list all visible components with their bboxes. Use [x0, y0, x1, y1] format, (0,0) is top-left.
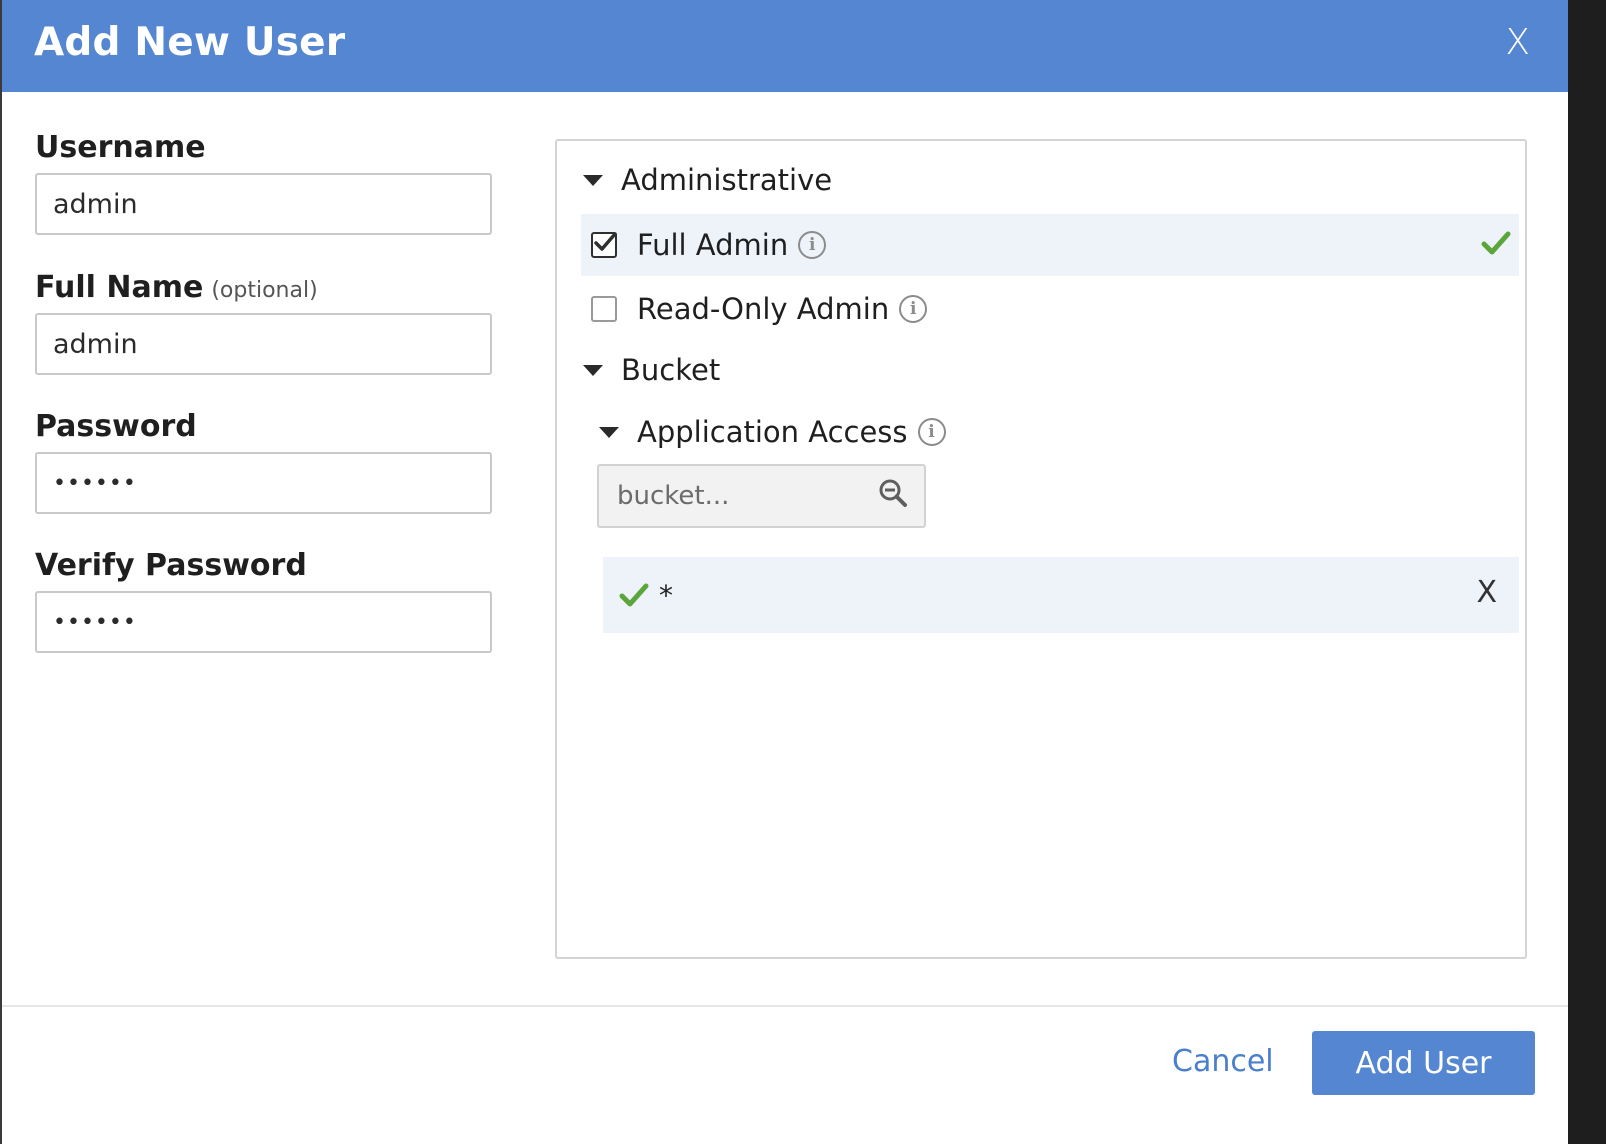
close-icon[interactable]: X [1505, 22, 1530, 63]
password-input[interactable]: •••••• [35, 452, 492, 514]
full-name-label: Full Name (optional) [35, 270, 318, 305]
info-icon[interactable]: i [917, 418, 946, 446]
username-input[interactable]: admin [35, 173, 492, 235]
checkmark-icon [1481, 228, 1511, 265]
full-name-label-text: Full Name [35, 270, 204, 305]
bucket-search-input[interactable]: bucket... [597, 464, 926, 528]
add-user-dialog: Add New User X Username admin Full Name (… [0, 0, 1606, 1144]
group-application-access[interactable]: Application Access i [599, 415, 946, 449]
full-name-value: admin [53, 328, 138, 360]
full-name-input[interactable]: admin [35, 313, 492, 375]
username-value: admin [53, 188, 138, 220]
access-entry-value: * [659, 578, 673, 612]
dialog-title: Add New User [34, 20, 346, 65]
password-value: •••••• [53, 470, 137, 496]
application-access-label: Application Access [637, 415, 908, 449]
add-user-button-label: Add User [1355, 1045, 1492, 1081]
username-label-text: Username [35, 130, 206, 165]
permissions-panel[interactable]: Administrative Full Admin i Read-Only Ad… [555, 139, 1527, 959]
verify-password-label-text: Verify Password [35, 548, 307, 583]
group-administrative-label: Administrative [621, 163, 833, 197]
caret-down-icon [599, 426, 619, 438]
group-bucket-label: Bucket [621, 353, 721, 387]
caret-down-icon [583, 174, 603, 186]
remove-entry-button[interactable]: X [1476, 575, 1497, 610]
footer-divider [2, 1005, 1568, 1007]
verify-password-value: •••••• [53, 609, 137, 635]
bucket-search-placeholder: bucket... [617, 481, 730, 511]
add-user-button[interactable]: Add User [1312, 1031, 1535, 1095]
caret-down-icon [583, 364, 603, 376]
checkbox-check-icon [594, 232, 617, 251]
optional-note: (optional) [211, 278, 318, 303]
access-entry-row: * X [603, 557, 1519, 633]
dialog-header: Add New User X [2, 0, 1568, 92]
group-bucket[interactable]: Bucket [583, 353, 720, 387]
info-icon[interactable]: i [798, 231, 827, 259]
info-icon[interactable]: i [899, 295, 928, 323]
permission-full-admin[interactable]: Full Admin i [581, 214, 1519, 276]
verify-password-input[interactable]: •••••• [35, 591, 492, 653]
checkmark-icon [619, 580, 649, 610]
password-label: Password [35, 409, 197, 444]
full-admin-label: Full Admin [637, 228, 789, 262]
password-label-text: Password [35, 409, 197, 444]
search-zoom-out-icon[interactable] [878, 478, 908, 515]
cancel-button[interactable]: Cancel [1172, 1044, 1274, 1079]
group-administrative[interactable]: Administrative [583, 163, 832, 197]
full-admin-checkbox[interactable] [591, 232, 617, 258]
verify-password-label: Verify Password [35, 548, 307, 583]
username-label: Username [35, 130, 206, 165]
read-only-admin-checkbox[interactable] [591, 296, 617, 322]
read-only-admin-label: Read-Only Admin [637, 292, 890, 326]
permission-read-only-admin[interactable]: Read-Only Admin i [581, 278, 1519, 340]
